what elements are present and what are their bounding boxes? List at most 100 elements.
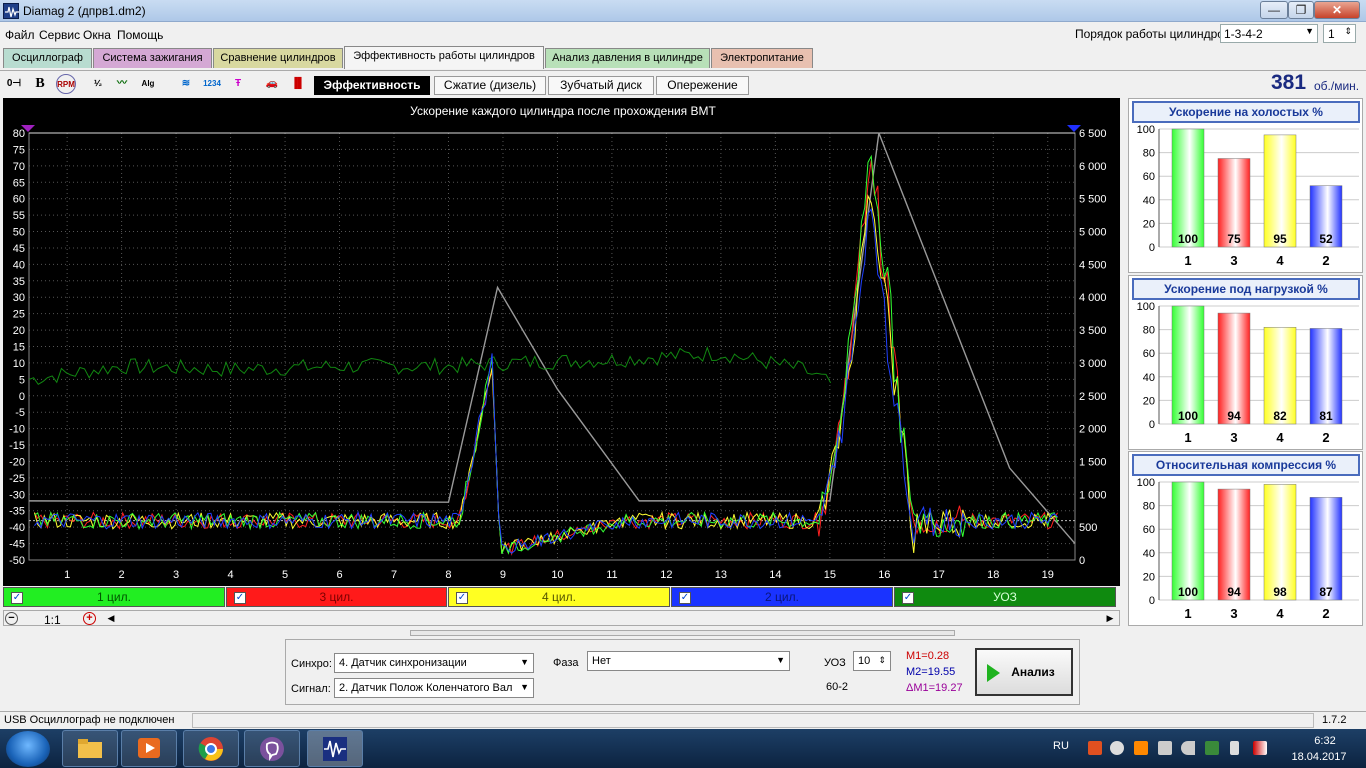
panel-y-tick: 20: [1143, 218, 1155, 230]
version-label: 1.7.2: [1322, 714, 1347, 726]
legend-label: 4 цил.: [542, 590, 576, 604]
checkbox-checked-icon[interactable]: ✓: [902, 592, 914, 604]
panel-title: Относительная компрессия %: [1132, 454, 1360, 476]
menu-file[interactable]: Файл: [5, 28, 35, 42]
x-tick: 9: [500, 569, 506, 581]
menu-help[interactable]: Помощь: [117, 28, 163, 42]
diamag-task[interactable]: [307, 730, 363, 767]
x-tick: 1: [64, 569, 70, 581]
bar-cylinder-label: 1: [1184, 606, 1191, 621]
rpm-trace-line: [28, 132, 1076, 545]
language-indicator[interactable]: RU: [1053, 740, 1069, 752]
network-signal-icon[interactable]: [1253, 741, 1267, 755]
y-tick-left: 15: [13, 342, 25, 354]
media-player-task[interactable]: [121, 730, 177, 767]
panel-y-tick: 80: [1143, 501, 1155, 513]
x-tick: 12: [660, 569, 672, 581]
bold-b-icon[interactable]: B: [30, 74, 50, 94]
zero-offset-icon[interactable]: 0⊣: [4, 74, 24, 94]
explorer-task[interactable]: [62, 730, 118, 767]
rpm-gauge-icon[interactable]: RPM: [56, 74, 76, 94]
acceleration-chart[interactable]: 80 75 70 65 60 55 50 45 40 35 30 25 20 15 10 5 0 -5 -10 -15…: [3, 98, 1120, 586]
y-tick-right: 6 500: [1079, 128, 1107, 140]
y-tick-left: 25: [13, 309, 25, 321]
panel-splitter[interactable]: [410, 630, 955, 636]
subtab-efficiency[interactable]: Эффективность: [314, 76, 430, 95]
disk-type-label: 60-2: [826, 681, 849, 693]
legend-cyl-1[interactable]: ✓ 1 цил.: [3, 587, 225, 607]
maximize-button[interactable]: ❐: [1288, 1, 1314, 19]
bar-value-label: 100: [1178, 232, 1198, 246]
checkbox-checked-icon[interactable]: ✓: [234, 592, 246, 604]
tab-power-supply[interactable]: Электропитание: [711, 48, 813, 68]
panel-relative-compression: Относительная компрессия % 100 80 60 40 20 0 1…: [1128, 451, 1363, 626]
y-tick-left: 0: [19, 391, 25, 403]
zoom-in-icon[interactable]: +: [83, 612, 96, 625]
status-text: USB Осциллограф не подключен: [4, 714, 175, 726]
phase-select[interactable]: Нет ▼: [587, 651, 790, 671]
zoom-level: 1:1: [44, 613, 61, 627]
uoz-value: 10: [858, 655, 871, 667]
checkbox-checked-icon[interactable]: ✓: [456, 592, 468, 604]
viber-task[interactable]: [244, 730, 300, 767]
legend-cyl-3[interactable]: ✓ 3 цил.: [226, 587, 447, 607]
tray-flag-icon[interactable]: [1158, 741, 1172, 755]
scroll-left-icon[interactable]: ◀: [104, 611, 118, 625]
zoom-out-icon[interactable]: −: [5, 612, 18, 625]
minimize-button[interactable]: —: [1260, 1, 1288, 19]
trend-line-icon[interactable]: 〰: [112, 74, 132, 94]
y-tick-right: 5 000: [1079, 227, 1107, 239]
waveform-icon[interactable]: ≋: [176, 74, 196, 94]
cylinder-legend: ✓ 1 цил. ✓ 3 цил. ✓ 4 цил. ✓ 2 цил. ✓ УОЗ: [3, 587, 1120, 608]
scroll-right-icon[interactable]: ▶: [1103, 611, 1117, 625]
legend-cyl-4[interactable]: ✓ 4 цил.: [448, 587, 670, 607]
tab-cylinder-efficiency[interactable]: Эффективность работы цилиндров: [344, 46, 544, 69]
y-tick-left: 10: [13, 358, 25, 370]
cylinder-number-spinner[interactable]: 1 ⇕: [1323, 24, 1356, 43]
tab-cylinder-compare[interactable]: Сравнение цилиндров: [213, 48, 343, 68]
bar-chart-icon[interactable]: ▐▌: [288, 74, 308, 94]
subtab-advance[interactable]: Опережение: [656, 76, 749, 95]
sync-select[interactable]: 4. Датчик синхронизации ▼: [334, 653, 534, 673]
subtab-toothed-disk[interactable]: Зубчатый диск: [548, 76, 654, 95]
clock-time[interactable]: 6:32: [1300, 735, 1350, 747]
tab-pressure-analysis[interactable]: Анализ давления в цилиндре: [545, 48, 710, 68]
bar-value-label: 82: [1273, 409, 1287, 423]
close-button[interactable]: ✕: [1314, 1, 1360, 19]
y-tick-left: 80: [13, 128, 25, 140]
legend-cyl-2[interactable]: ✓ 2 цил.: [671, 587, 893, 607]
tab-ignition[interactable]: Система зажигания: [93, 48, 212, 68]
signal-select[interactable]: 2. Датчик Полож Коленчатого Вал ▼: [334, 678, 534, 698]
bar-value-label: 87: [1319, 585, 1333, 599]
checkbox-checked-icon[interactable]: ✓: [679, 592, 691, 604]
tray-antivirus-icon[interactable]: [1088, 741, 1102, 755]
tab-oscilloscope[interactable]: Осциллограф: [3, 48, 92, 68]
tray-status-icon[interactable]: [1110, 741, 1124, 755]
uoz-spinner[interactable]: 10 ⇕: [853, 651, 891, 671]
speaker-icon[interactable]: [1181, 741, 1195, 755]
scale-ratio-icon[interactable]: ⅟₂: [88, 74, 108, 94]
tray-device-icon[interactable]: [1205, 741, 1219, 755]
cylinder-order-label: Порядок работы цилиндров: [1075, 27, 1231, 41]
tray-app-icon[interactable]: [1134, 741, 1148, 755]
subtab-compression-diesel[interactable]: Сжатие (дизель): [434, 76, 546, 95]
legend-uoz[interactable]: ✓ УОЗ: [894, 587, 1116, 607]
x-tick: 4: [228, 569, 234, 581]
x-tick: 19: [1042, 569, 1054, 581]
cylinder-order-select[interactable]: 1-3-4-2 ▼: [1220, 24, 1318, 43]
menu-service[interactable]: Сервис: [39, 28, 80, 42]
filter-icon[interactable]: Ŧ: [228, 74, 248, 94]
menu-windows[interactable]: Окна: [83, 28, 111, 42]
chrome-task[interactable]: [183, 730, 239, 767]
battery-icon[interactable]: [1230, 741, 1239, 755]
cylinder-numbers-icon[interactable]: 1234: [202, 74, 222, 94]
bar-cyl-1: [1171, 481, 1205, 601]
bar-value-label: 81: [1319, 409, 1333, 423]
algorithm-icon[interactable]: Alg: [138, 74, 158, 94]
clock-date[interactable]: 18.04.2017: [1286, 751, 1352, 763]
checkbox-checked-icon[interactable]: ✓: [11, 592, 23, 604]
car-icon[interactable]: 🚗: [262, 74, 282, 94]
chart-grid: [29, 132, 1075, 561]
analyze-button[interactable]: Анализ: [975, 648, 1073, 696]
windows-start-icon[interactable]: [6, 731, 50, 767]
